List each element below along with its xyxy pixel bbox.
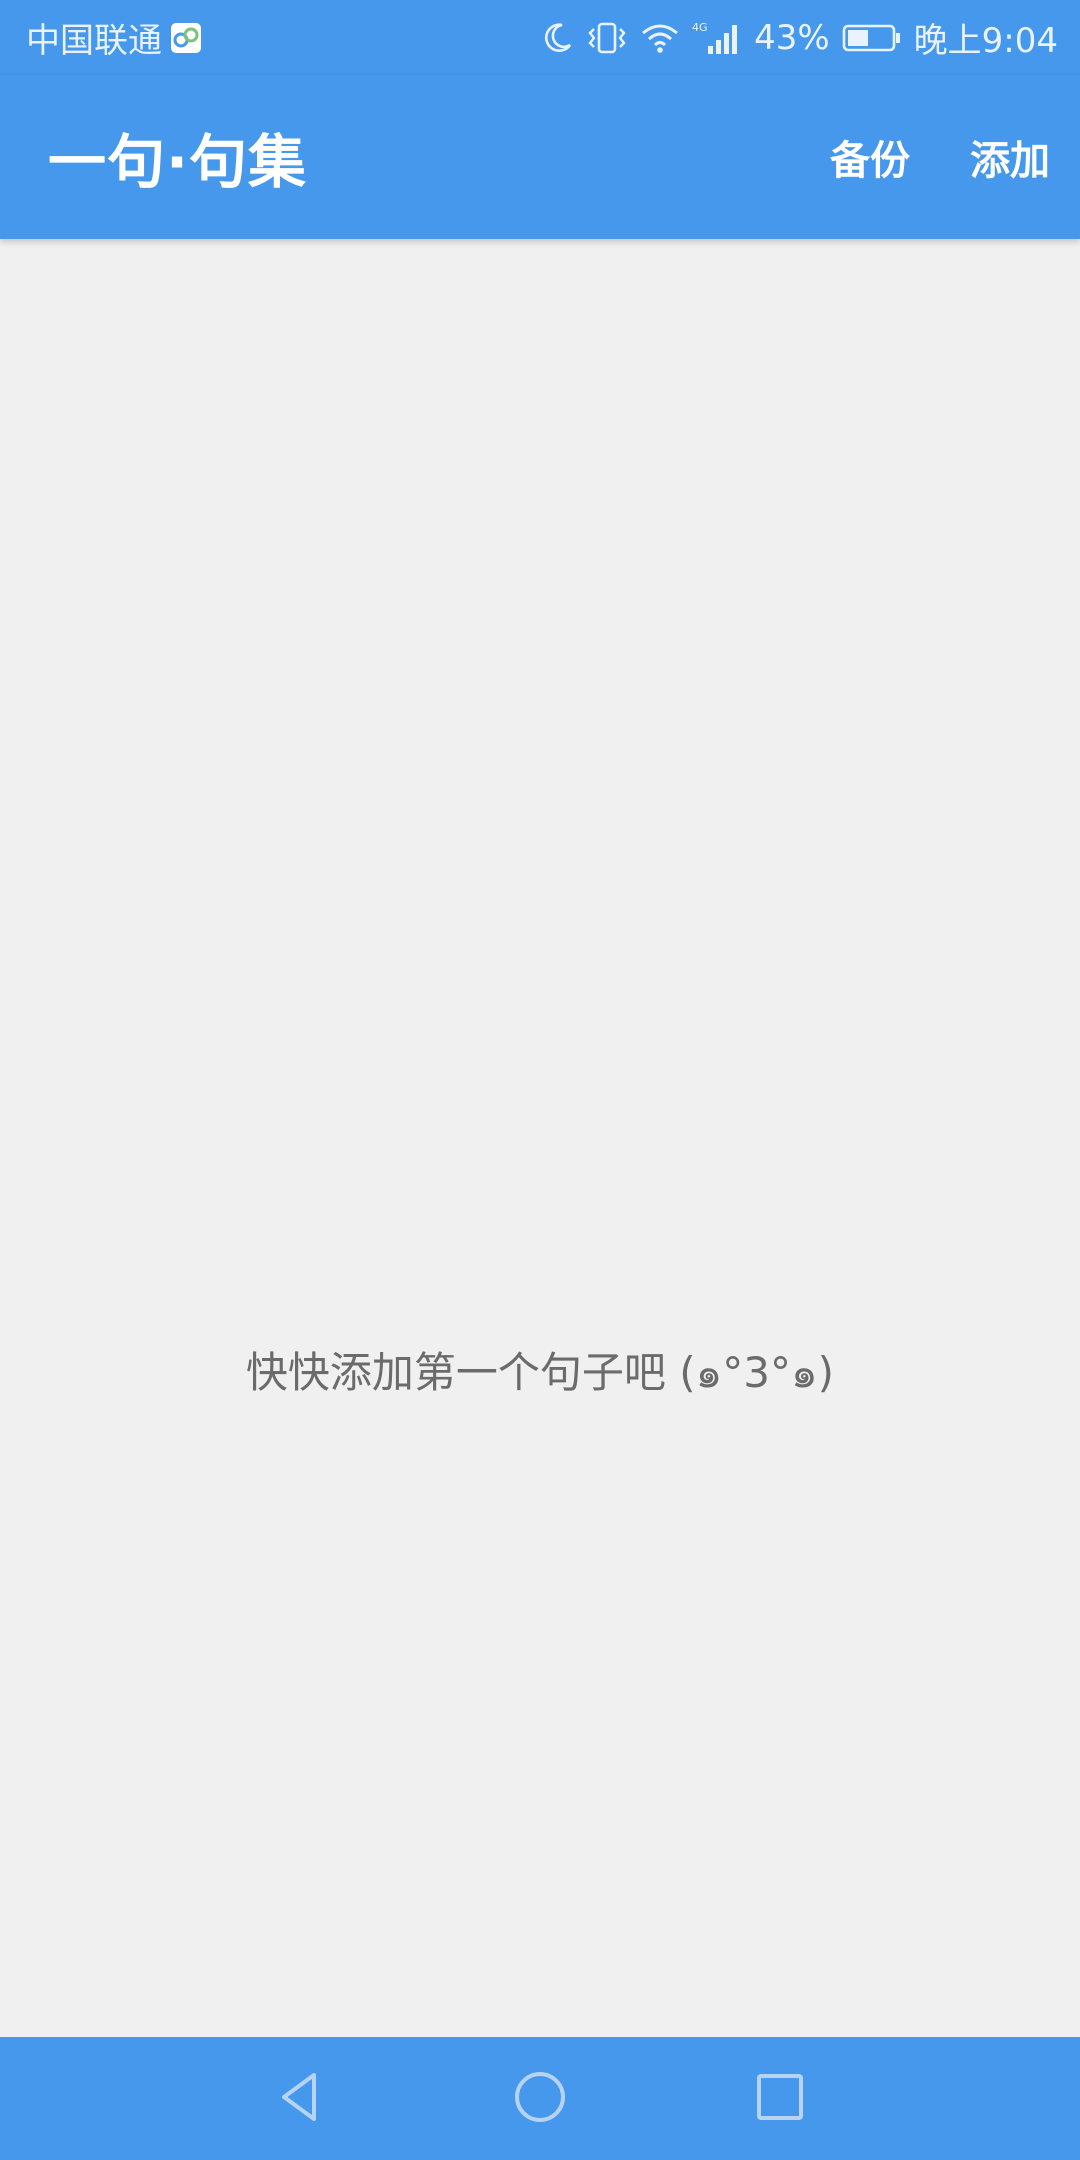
- signal-icon: 4G: [692, 20, 742, 56]
- recents-icon: [750, 2067, 810, 2130]
- backup-button[interactable]: 备份: [830, 128, 910, 186]
- moon-icon: [540, 21, 574, 55]
- vibrate-icon: [586, 21, 628, 55]
- wifi-icon: [640, 21, 680, 55]
- app-title: 一句·句集: [48, 128, 308, 196]
- app-actions: 备份 添加: [830, 75, 1050, 239]
- home-button[interactable]: [480, 2037, 600, 2160]
- battery-icon: [842, 23, 902, 53]
- recents-button[interactable]: [720, 2037, 840, 2160]
- network-type: 4G: [692, 21, 708, 34]
- app-notification-icon: [170, 22, 202, 54]
- empty-message: 快快添加第一个句子吧 (๑°3°๑): [245, 1348, 835, 1397]
- status-right: 4G 43% 晚上9:04: [540, 0, 1058, 75]
- status-left: 中国联通: [26, 0, 202, 75]
- carrier-name: 中国联通: [26, 21, 162, 61]
- home-icon: [510, 2067, 570, 2130]
- status-bar: 中国联通 4G 43% 晚上9:04: [0, 0, 1080, 75]
- app-bar: 一句·句集 备份 添加: [0, 75, 1080, 239]
- battery-percent: 43%: [754, 17, 830, 58]
- navigation-bar: [0, 2037, 1080, 2160]
- back-icon: [270, 2067, 330, 2130]
- back-button[interactable]: [240, 2037, 360, 2160]
- add-button[interactable]: 添加: [970, 128, 1050, 186]
- sentence-list-empty-state: 快快添加第一个句子吧 (๑°3°๑): [0, 239, 1080, 2037]
- clock: 晚上9:04: [913, 21, 1058, 61]
